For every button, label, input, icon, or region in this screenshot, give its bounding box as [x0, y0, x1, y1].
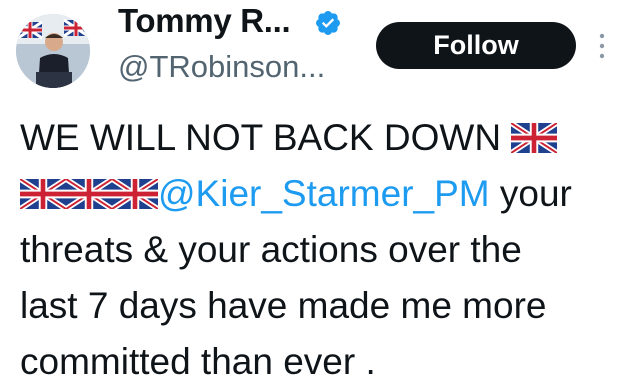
tweet-line-5: committed than ever .	[20, 341, 376, 382]
uk-flag-icon	[66, 179, 112, 209]
tweet-line-1-text: WE WILL NOT BACK DOWN	[20, 117, 502, 158]
follow-button[interactable]: Follow	[376, 22, 576, 69]
tweet-text: WE WILL NOT BACK DOWN @Kier_Starmer_PM y…	[20, 110, 625, 382]
avatar-image	[16, 14, 90, 88]
tweet-line-1: WE WILL NOT BACK DOWN	[20, 110, 625, 166]
tweet-line-2: @Kier_Starmer_PM your	[20, 166, 625, 222]
tweet-line-4: last 7 days have made me more	[20, 285, 547, 326]
uk-flag-icon	[112, 179, 158, 209]
tweet-line-2-suffix: your	[489, 173, 572, 214]
uk-flag-icon	[511, 123, 558, 153]
verified-badge-icon	[316, 11, 340, 35]
avatar[interactable]	[16, 14, 90, 88]
tweet-line-3: threats & your actions over the	[20, 229, 522, 270]
author-handle[interactable]: @TRobinson...	[118, 49, 325, 85]
mention-link[interactable]: @Kier_Starmer_PM	[158, 173, 490, 214]
author-display-name[interactable]: Tommy R...	[118, 2, 291, 40]
uk-flag-icon	[20, 179, 66, 209]
more-vertical-icon[interactable]	[597, 30, 607, 62]
